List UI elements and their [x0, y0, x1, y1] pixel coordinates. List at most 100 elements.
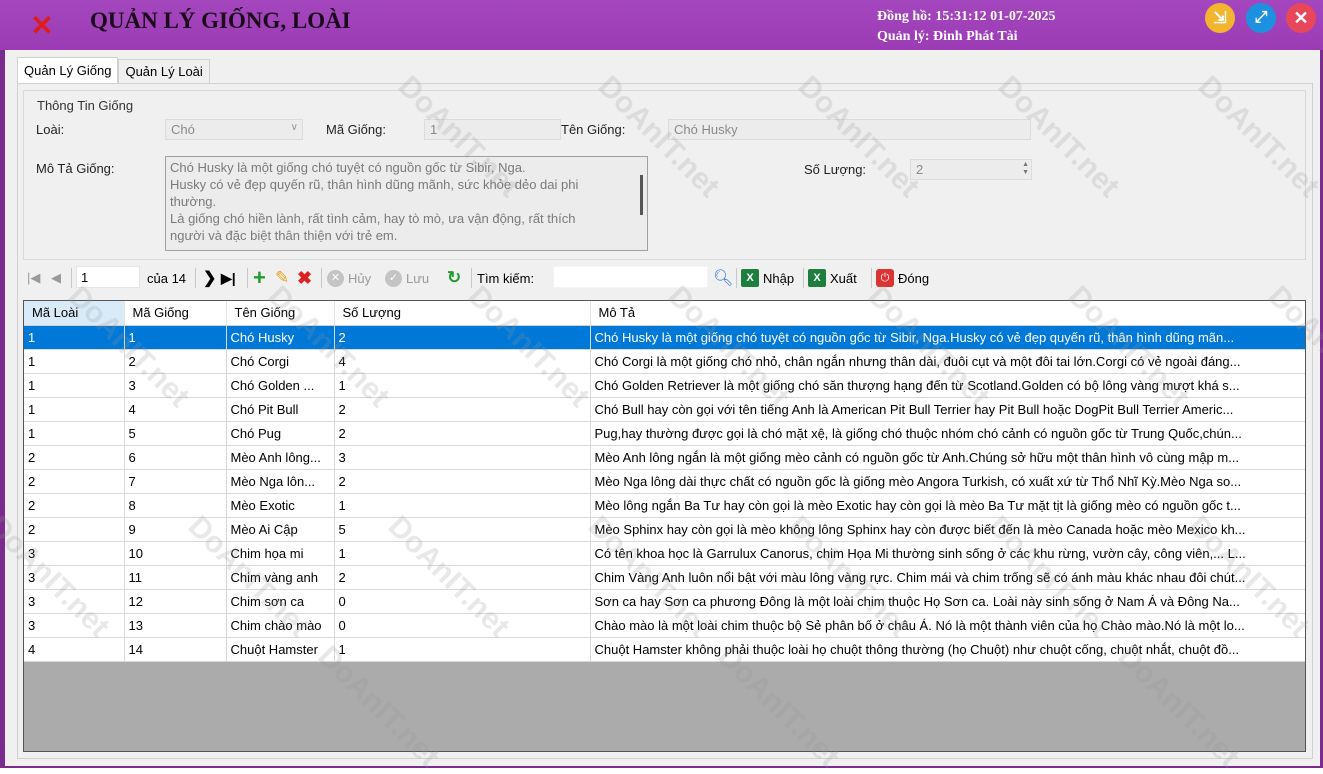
- save-button[interactable]: ✓ Lưu: [385, 267, 429, 289]
- table-cell[interactable]: 4: [124, 397, 227, 422]
- table-row[interactable]: 3 13 Chim chào mào 0 Chào mào là một loài ch…: [24, 613, 1305, 638]
- table-row[interactable]: 1 2 Chó Corgi 4 Chó Corgi là một giống chó n…: [24, 349, 1305, 374]
- table-cell[interactable]: 9: [124, 517, 227, 542]
- table-cell[interactable]: 12: [124, 589, 227, 614]
- table-cell[interactable]: Chó Husky: [226, 325, 335, 350]
- table-cell[interactable]: 4: [334, 349, 591, 374]
- table-cell[interactable]: 2: [334, 325, 591, 350]
- table-cell[interactable]: Chim chào mào: [226, 613, 335, 638]
- close-form-icon[interactable]: ✕: [4, 0, 80, 50]
- description-scrollbar[interactable]: [640, 175, 643, 215]
- refresh-icon[interactable]: ↻: [447, 267, 461, 289]
- table-cell[interactable]: 1: [24, 373, 125, 398]
- table-cell[interactable]: Chim sơn ca: [226, 589, 335, 614]
- table-row[interactable]: 3 12 Chim sơn ca 0 Sơn ca hay Sơn ca phương …: [24, 589, 1305, 614]
- table-cell[interactable]: 8: [124, 493, 227, 518]
- table-row[interactable]: 1 1 Chó Husky 2 Chó Husky là một giống chó t…: [24, 325, 1305, 350]
- column-header-quantity[interactable]: Số Lượng: [334, 301, 591, 326]
- table-row[interactable]: 2 7 Mèo Nga lôn... 2 Mèo Nga lông dài thực c…: [24, 469, 1305, 494]
- table-cell[interactable]: 3: [334, 445, 591, 470]
- table-cell[interactable]: 3: [24, 589, 125, 614]
- last-record-icon[interactable]: ▶|: [221, 267, 236, 289]
- table-cell[interactable]: 1: [24, 325, 125, 350]
- position-input[interactable]: 1: [76, 266, 140, 288]
- table-cell[interactable]: 1: [334, 637, 591, 662]
- table-cell[interactable]: 1: [334, 493, 591, 518]
- table-cell[interactable]: 2: [334, 565, 591, 590]
- table-cell[interactable]: 3: [24, 541, 125, 566]
- export-button[interactable]: X Xuất: [808, 267, 857, 289]
- table-cell[interactable]: 3: [24, 613, 125, 638]
- table-cell[interactable]: Chuột Hamster không phải thuộc loài họ c…: [590, 637, 1305, 662]
- table-cell[interactable]: 2: [24, 445, 125, 470]
- table-cell[interactable]: 10: [124, 541, 227, 566]
- edit-icon[interactable]: ✎: [275, 267, 289, 289]
- table-cell[interactable]: Chó Pug: [226, 421, 335, 446]
- table-cell[interactable]: Mèo Exotic: [226, 493, 335, 518]
- table-cell[interactable]: 5: [334, 517, 591, 542]
- table-cell[interactable]: Chó Pit Bull: [226, 397, 335, 422]
- table-cell[interactable]: Chó Husky là một giống chó tuyệt có nguồ…: [590, 325, 1305, 350]
- table-cell[interactable]: Sơn ca hay Sơn ca phương Đông là một loà…: [590, 589, 1305, 614]
- table-cell[interactable]: Mèo Nga lôn...: [226, 469, 335, 494]
- table-cell[interactable]: Mèo Ai Cập: [226, 517, 335, 542]
- table-cell[interactable]: 4: [24, 637, 125, 662]
- table-cell[interactable]: Pug,hay thường được gọi là chó mặt xệ, l…: [590, 421, 1305, 446]
- table-cell[interactable]: Chó Corgi: [226, 349, 335, 374]
- species-select[interactable]: Chó ∨: [165, 119, 303, 140]
- breed-name-field[interactable]: Chó Husky: [668, 119, 1031, 140]
- search-icon[interactable]: 🔍︎: [713, 267, 733, 289]
- table-cell[interactable]: 1: [24, 421, 125, 446]
- tab-species-management[interactable]: Quản Lý Loài: [118, 59, 210, 83]
- table-cell[interactable]: 13: [124, 613, 227, 638]
- table-cell[interactable]: 1: [124, 325, 227, 350]
- table-cell[interactable]: Chó Golden Retriever là một giống chó să…: [590, 373, 1305, 398]
- table-cell[interactable]: Chó Golden ...: [226, 373, 335, 398]
- table-cell[interactable]: 7: [124, 469, 227, 494]
- table-cell[interactable]: Chim Vàng Anh luôn nổi bật với màu lông …: [590, 565, 1305, 590]
- breed-id-field[interactable]: 1: [424, 119, 561, 140]
- table-cell[interactable]: 3: [24, 565, 125, 590]
- column-header-description[interactable]: Mô Tả: [590, 301, 1305, 326]
- table-cell[interactable]: 2: [334, 469, 591, 494]
- table-cell[interactable]: Chó Bull hay còn gọi với tên tiếng Anh l…: [590, 397, 1305, 422]
- next-record-icon[interactable]: ❯: [203, 267, 216, 289]
- import-button[interactable]: X Nhập: [741, 267, 794, 289]
- description-textarea[interactable]: Chó Husky là một giống chó tuyệt có nguồ…: [165, 156, 648, 251]
- table-cell[interactable]: 6: [124, 445, 227, 470]
- column-header-breed-id[interactable]: Mã Giống: [124, 301, 227, 326]
- stepper-arrows-icon[interactable]: ▲ ▼: [1022, 161, 1029, 177]
- table-cell[interactable]: 0: [334, 613, 591, 638]
- table-cell[interactable]: 2: [334, 397, 591, 422]
- table-cell[interactable]: 2: [334, 421, 591, 446]
- table-row[interactable]: 3 10 Chim họa mi 1 Có tên khoa học là Garrul…: [24, 541, 1305, 566]
- tab-breed-management[interactable]: Quản Lý Giống: [17, 57, 119, 83]
- column-header-breed-name[interactable]: Tên Giống: [226, 301, 335, 326]
- table-cell[interactable]: Chuột Hamster: [226, 637, 335, 662]
- table-cell[interactable]: 1: [24, 349, 125, 374]
- table-cell[interactable]: 3: [124, 373, 227, 398]
- table-cell[interactable]: 5: [124, 421, 227, 446]
- quantity-stepper[interactable]: 2 ▲ ▼: [910, 159, 1032, 180]
- table-cell[interactable]: 2: [124, 349, 227, 374]
- table-row[interactable]: 1 4 Chó Pit Bull 2 Chó Bull hay còn gọi với …: [24, 397, 1305, 422]
- table-row[interactable]: 2 6 Mèo Anh lông... 3 Mèo Anh lông ngắn là m…: [24, 445, 1305, 470]
- table-cell[interactable]: 14: [124, 637, 227, 662]
- prev-record-icon[interactable]: ◀: [51, 267, 61, 289]
- table-cell[interactable]: Mèo Nga lông dài thực chất có nguồn gốc …: [590, 469, 1305, 494]
- table-cell[interactable]: Có tên khoa học là Garrulux Canorus, chi…: [590, 541, 1305, 566]
- table-cell[interactable]: 1: [334, 373, 591, 398]
- table-cell[interactable]: 2: [24, 469, 125, 494]
- table-row[interactable]: 3 11 Chim vàng anh 2 Chim Vàng Anh luôn nổi …: [24, 565, 1305, 590]
- table-cell[interactable]: 11: [124, 565, 227, 590]
- close-icon[interactable]: ✕: [1286, 3, 1316, 33]
- table-cell[interactable]: Mèo lông ngắn Ba Tư hay còn gọi là mèo E…: [590, 493, 1305, 518]
- table-cell[interactable]: Chim họa mi: [226, 541, 335, 566]
- table-cell[interactable]: Chó Corgi là một giống chó nhỏ, chân ngắ…: [590, 349, 1305, 374]
- table-cell[interactable]: Mèo Sphinx hay còn gọi là mèo không lông…: [590, 517, 1305, 542]
- table-cell[interactable]: Mèo Anh lông...: [226, 445, 335, 470]
- cancel-button[interactable]: ✕ Hủy: [327, 267, 371, 289]
- table-cell[interactable]: 2: [24, 493, 125, 518]
- table-cell[interactable]: 0: [334, 589, 591, 614]
- first-record-icon[interactable]: |◀: [27, 267, 40, 289]
